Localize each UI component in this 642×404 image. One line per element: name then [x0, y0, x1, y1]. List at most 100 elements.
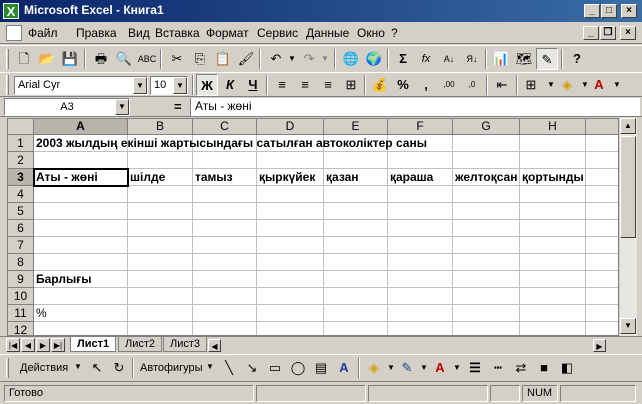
grid-cell[interactable] — [34, 186, 128, 203]
grid-cell[interactable] — [324, 305, 388, 322]
column-header[interactable]: H — [520, 119, 586, 135]
grid-cell[interactable] — [520, 288, 586, 305]
align-left-icon[interactable]: ≡ — [271, 74, 293, 96]
chevron-down-icon[interactable]: ▼ — [173, 77, 187, 94]
grid-cell[interactable] — [453, 305, 520, 322]
grid-cell[interactable] — [128, 220, 193, 237]
prev-sheet-icon[interactable]: ◀ — [21, 338, 35, 352]
menu-edit[interactable]: Правка — [76, 26, 117, 40]
grid-cell[interactable] — [128, 152, 193, 169]
row-header[interactable]: 5 — [8, 203, 34, 220]
grid-cell[interactable] — [453, 322, 520, 335]
shadow-icon[interactable]: ■ — [533, 357, 555, 379]
grid-cell[interactable] — [388, 237, 453, 254]
grid-cell[interactable] — [520, 254, 586, 271]
sheet-tab-1[interactable]: Лист1 — [70, 337, 117, 352]
new-document-icon[interactable]: 🗋 — [13, 48, 35, 70]
map-icon[interactable]: 🗺 — [513, 48, 535, 70]
grid-cell[interactable] — [453, 186, 520, 203]
grid-cell[interactable] — [453, 237, 520, 254]
column-header[interactable]: F — [388, 119, 453, 135]
grid-cell[interactable] — [324, 186, 388, 203]
grid-cell[interactable] — [388, 220, 453, 237]
scroll-thumb[interactable] — [620, 136, 636, 238]
grid-cell[interactable] — [257, 203, 324, 220]
grid-cell[interactable]: тамыз — [193, 169, 257, 186]
document-icon[interactable] — [6, 25, 22, 41]
grid-cell[interactable] — [520, 237, 586, 254]
grid-cell[interactable]: шілде — [128, 169, 193, 186]
grid-cell[interactable] — [520, 203, 586, 220]
grid-cell[interactable] — [257, 305, 324, 322]
spelling-icon[interactable]: ABC — [136, 48, 158, 70]
grid-cell[interactable] — [324, 288, 388, 305]
grid-cell[interactable] — [257, 322, 324, 335]
vertical-scrollbar[interactable]: ▲ ▼ — [620, 118, 637, 336]
grid-cell[interactable] — [257, 152, 324, 169]
grid-cell[interactable] — [193, 288, 257, 305]
sheet-tab-2[interactable]: Лист2 — [118, 337, 163, 352]
menu-insert[interactable]: Вставка — [155, 26, 200, 40]
actions-menu[interactable]: Действия — [20, 362, 68, 374]
grid-cell[interactable] — [128, 186, 193, 203]
grid-cell[interactable] — [520, 220, 586, 237]
chevron-down-icon[interactable]: ▼ — [74, 362, 82, 371]
toolbar-grip[interactable] — [6, 49, 9, 69]
grid-cell[interactable] — [324, 322, 388, 335]
grid-cell[interactable]: 2003 жылдың екінші жартысындағы сатылған… — [34, 135, 427, 152]
grid-cell[interactable]: қыркүйек — [257, 169, 324, 186]
last-sheet-icon[interactable]: ▶| — [51, 338, 65, 352]
grid-cell[interactable]: Барлығы — [34, 271, 128, 288]
open-folder-icon[interactable]: 📂 — [36, 48, 58, 70]
maximize-button[interactable]: □ — [601, 4, 617, 18]
chevron-down-icon[interactable]: ▼ — [115, 99, 129, 115]
grid-cell[interactable] — [453, 135, 520, 152]
grid-cell[interactable] — [257, 220, 324, 237]
equals-sign[interactable]: = — [174, 99, 182, 114]
web-toolbar-icon[interactable]: 🌍 — [363, 48, 385, 70]
grid-cell[interactable] — [128, 305, 193, 322]
spreadsheet-grid[interactable]: A B C D E F G H 1 2003 жылдың екінші жартысындағы… — [7, 118, 619, 336]
increase-decimal-icon[interactable]: ,00 — [438, 74, 460, 96]
menu-tools[interactable]: Сервис — [257, 26, 298, 40]
grid-cell[interactable] — [388, 271, 453, 288]
align-right-icon[interactable]: ≡ — [317, 74, 339, 96]
grid-cell[interactable] — [257, 254, 324, 271]
comma-style-icon[interactable]: , — [415, 74, 437, 96]
grid-cell[interactable] — [520, 271, 586, 288]
grid-cell[interactable] — [388, 305, 453, 322]
oval-icon[interactable]: ◯ — [287, 357, 309, 379]
currency-icon[interactable]: 💰 — [369, 74, 391, 96]
font-name-select[interactable]: Arial Cyr ▼ — [14, 76, 148, 95]
excel-app-icon[interactable]: X — [3, 3, 19, 19]
save-icon[interactable]: 💾 — [59, 48, 81, 70]
grid-cell[interactable] — [388, 254, 453, 271]
row-header[interactable]: 11 — [8, 305, 34, 322]
rectangle-icon[interactable]: ▭ — [264, 357, 286, 379]
grid-cell[interactable] — [388, 186, 453, 203]
grid-cell[interactable] — [128, 254, 193, 271]
menu-data[interactable]: Данные — [306, 26, 349, 40]
text-box-icon[interactable]: ▤ — [310, 357, 332, 379]
sort-ascending-icon[interactable]: A↓ — [438, 48, 460, 70]
scroll-down-icon[interactable]: ▼ — [620, 318, 636, 334]
grid-cell[interactable] — [453, 271, 520, 288]
grid-cell[interactable] — [193, 322, 257, 335]
grid-cell[interactable] — [128, 203, 193, 220]
merge-center-icon[interactable]: ⊞ — [340, 74, 362, 96]
function-wizard-icon[interactable]: fx — [415, 48, 437, 70]
row-header[interactable]: 12 — [8, 322, 34, 335]
line-icon[interactable]: ╲ — [218, 357, 240, 379]
grid-cell[interactable] — [193, 305, 257, 322]
sort-descending-icon[interactable]: Я↓ — [461, 48, 483, 70]
menu-help[interactable]: ? — [391, 26, 398, 40]
office-assistant-icon[interactable]: ? — [566, 48, 588, 70]
toolbar-grip[interactable] — [6, 75, 9, 95]
borders-icon[interactable]: ⊞ — [520, 74, 542, 96]
select-objects-icon[interactable]: ↖ — [86, 357, 108, 379]
row-header[interactable]: 1 — [8, 135, 34, 152]
chart-wizard-icon[interactable]: 📊 — [490, 48, 512, 70]
next-sheet-icon[interactable]: ▶ — [36, 338, 50, 352]
grid-cell[interactable] — [128, 237, 193, 254]
grid-cell[interactable] — [520, 152, 586, 169]
